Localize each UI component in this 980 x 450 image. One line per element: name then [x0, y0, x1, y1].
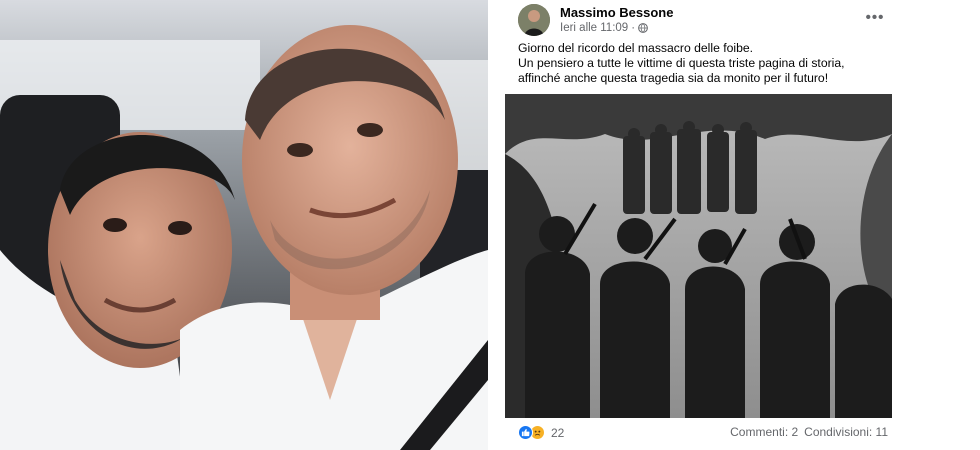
avatar[interactable]	[518, 4, 550, 36]
more-horizontal-icon[interactable]: •••	[862, 8, 888, 28]
post-image[interactable]	[505, 94, 892, 418]
reaction-count: 22	[551, 425, 565, 440]
reactions[interactable]: 22	[518, 425, 564, 440]
post-text-line: Un pensiero a tutte le vittime di questa…	[518, 56, 845, 85]
author-name[interactable]: Massimo Bessone	[560, 5, 673, 20]
comments-count[interactable]: Commenti: 2	[730, 425, 798, 439]
meta-separator: ·	[631, 22, 636, 34]
post-header: Massimo Bessone Ieri alle 11:09 · •••	[518, 4, 888, 36]
post-text-line: Giorno del ricordo del massacro delle fo…	[518, 41, 754, 55]
post-timestamp[interactable]: Ieri alle 11:09	[560, 22, 628, 34]
post-footer: 22 Commenti: 2 Condivisioni: 11	[518, 424, 888, 444]
like-icon	[518, 425, 533, 440]
post-stats: Commenti: 2 Condivisioni: 11	[730, 425, 888, 439]
facebook-post: Massimo Bessone Ieri alle 11:09 · ••• Gi…	[505, 0, 895, 450]
post-meta: Ieri alle 11:09 ·	[560, 22, 648, 34]
selfie-photo	[0, 0, 488, 450]
globe-icon	[638, 23, 648, 33]
shares-count[interactable]: Condivisioni: 11	[804, 425, 888, 439]
post-text: Giorno del ricordo del massacro delle fo…	[518, 41, 888, 86]
